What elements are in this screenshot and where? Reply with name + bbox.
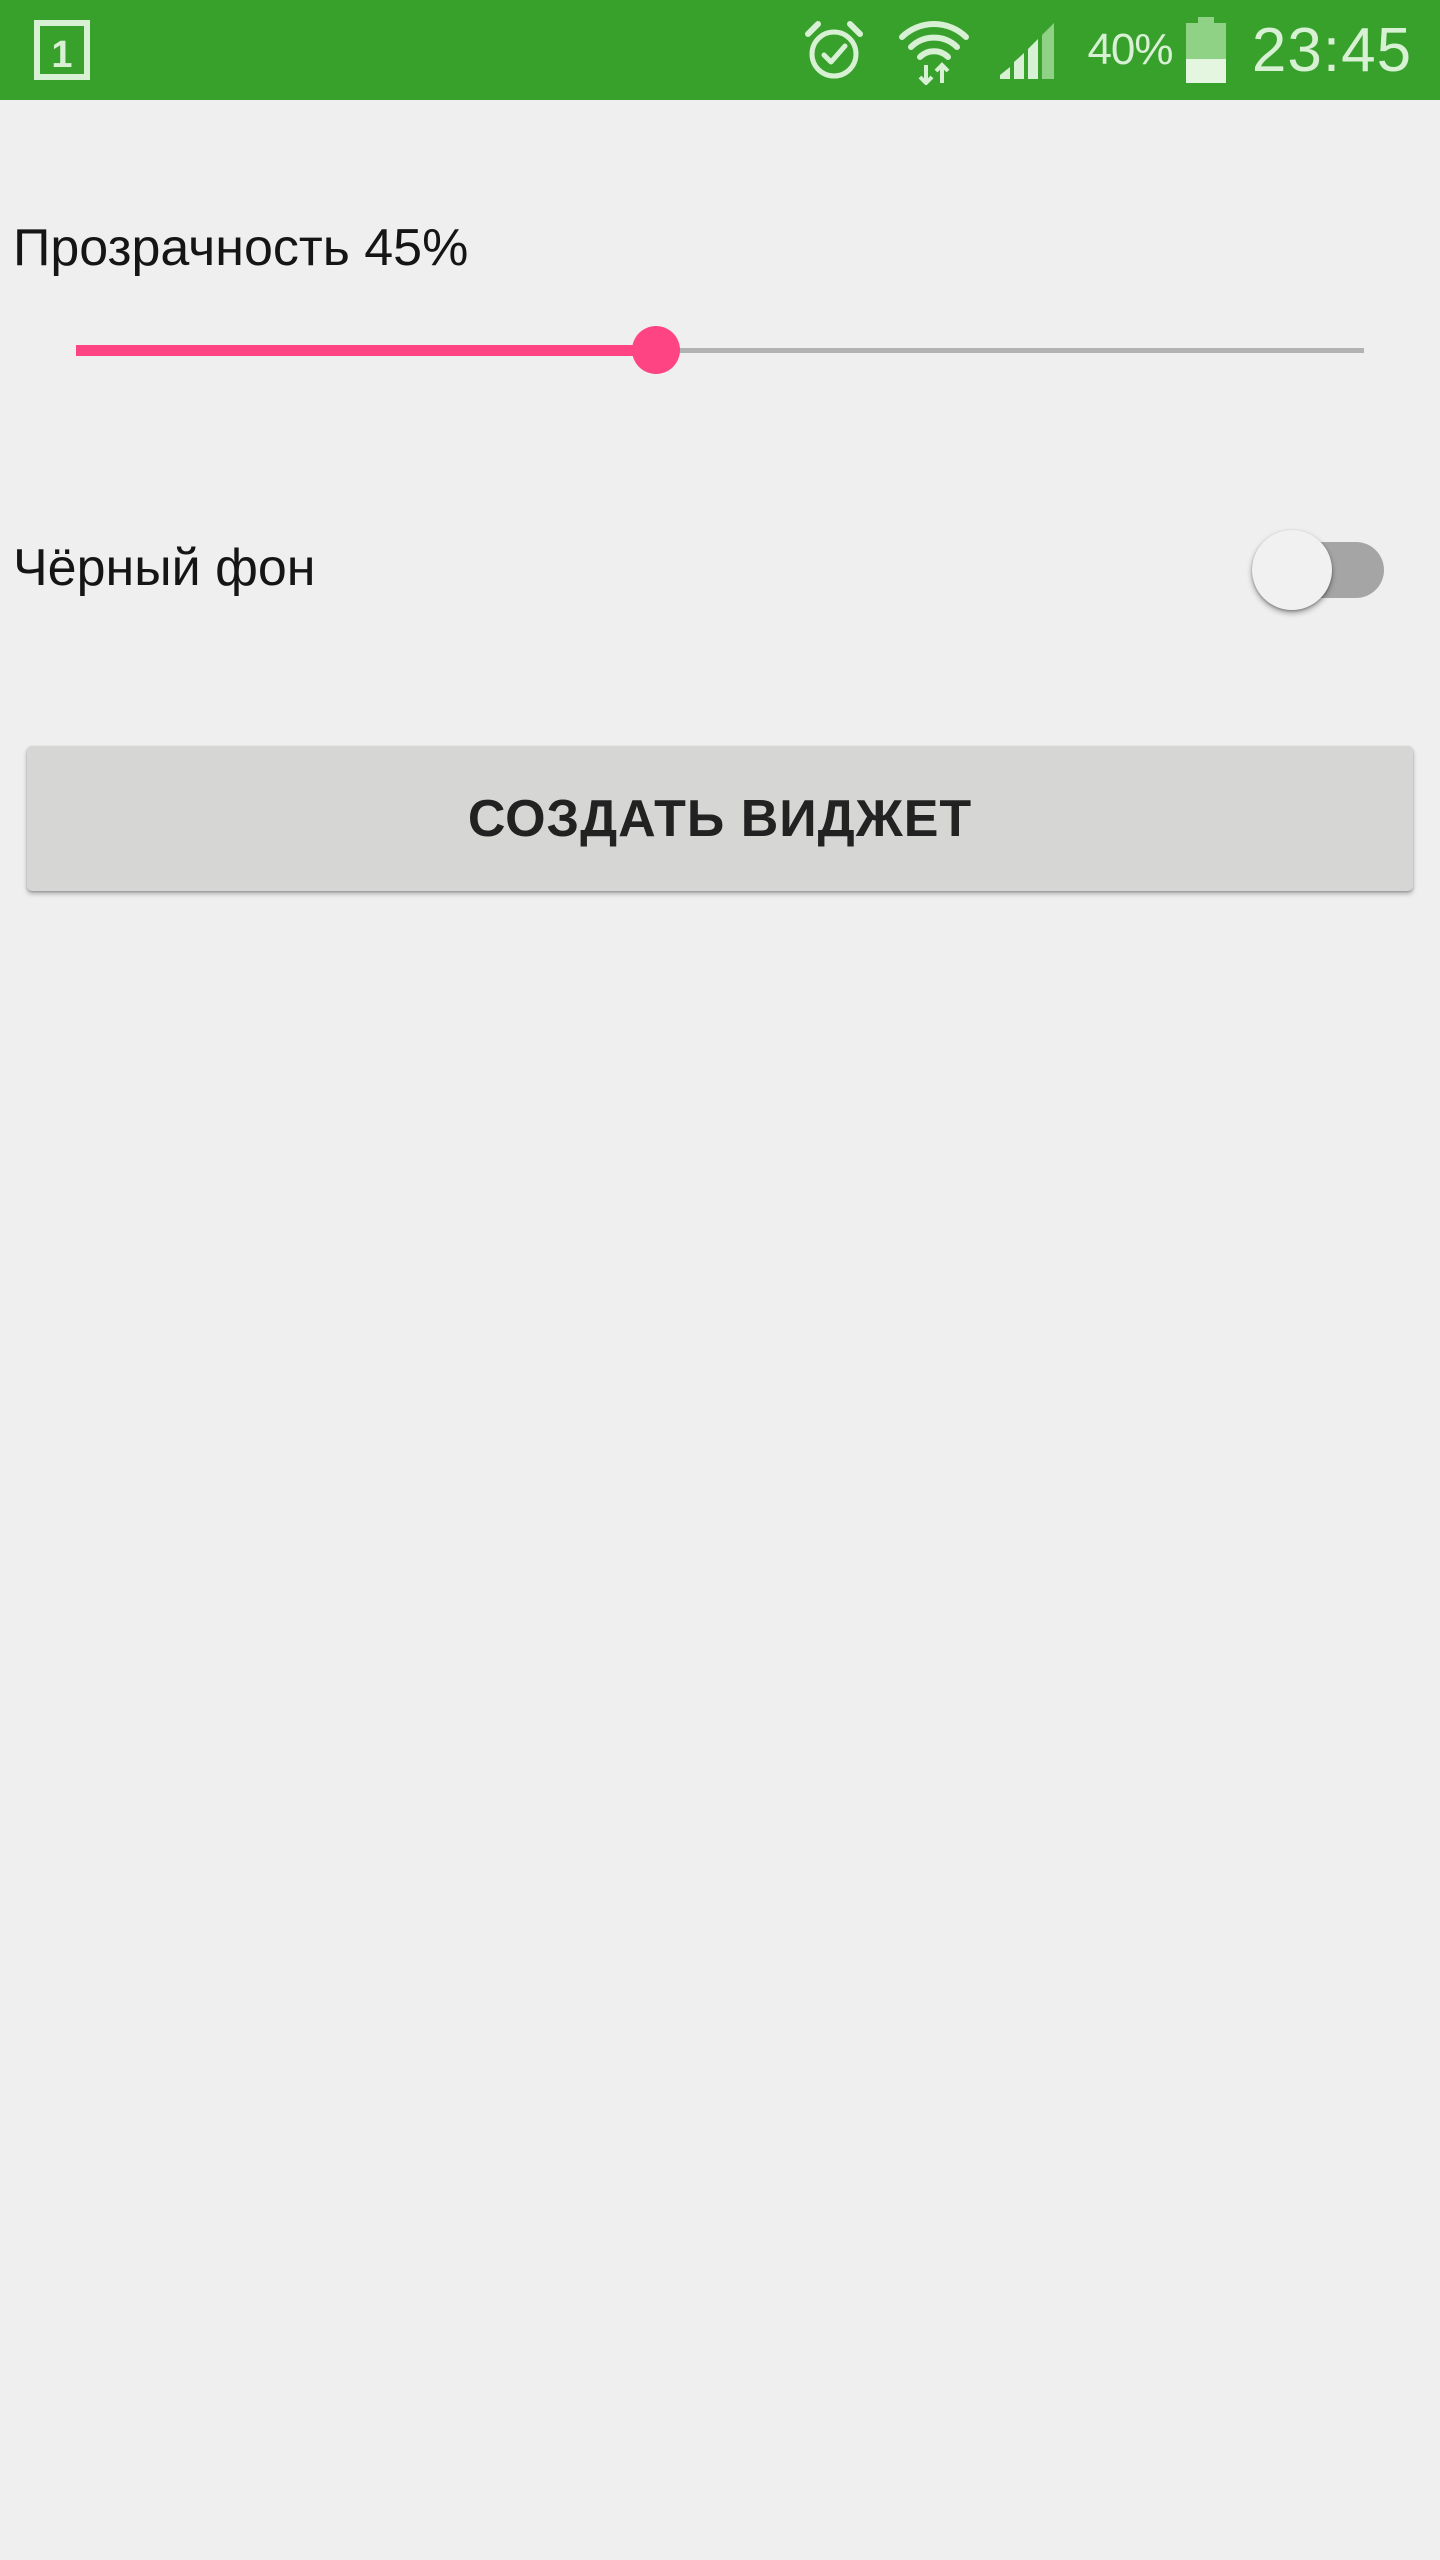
wifi-icon [896,0,972,100]
black-background-switch[interactable] [1248,526,1396,616]
battery-percent: 40% [1087,25,1173,74]
opacity-slider[interactable] [76,314,1364,386]
status-time: 23:45 [1251,15,1413,85]
slider-fill [76,345,656,356]
switch-thumb[interactable] [1252,530,1332,610]
svg-text:1: 1 [51,34,72,76]
create-widget-button[interactable]: СОЗДАТЬ ВИДЖЕТ [27,746,1413,891]
calendar-icon: 1 [34,0,90,100]
opacity-label: Прозрачность 45% [13,219,469,277]
black-background-label: Чёрный фон [13,539,316,597]
alarm-icon [800,0,868,100]
status-bar: 1 40% 23:45 [0,0,1440,100]
battery-icon [1184,0,1228,100]
signal-icon [996,0,1062,100]
slider-thumb[interactable] [631,326,680,374]
widget-settings-screen: 1 40% 23:45 Прозрачность 45% Чёрный фон … [0,0,1440,2560]
create-widget-button-label: СОЗДАТЬ ВИДЖЕТ [467,789,973,848]
